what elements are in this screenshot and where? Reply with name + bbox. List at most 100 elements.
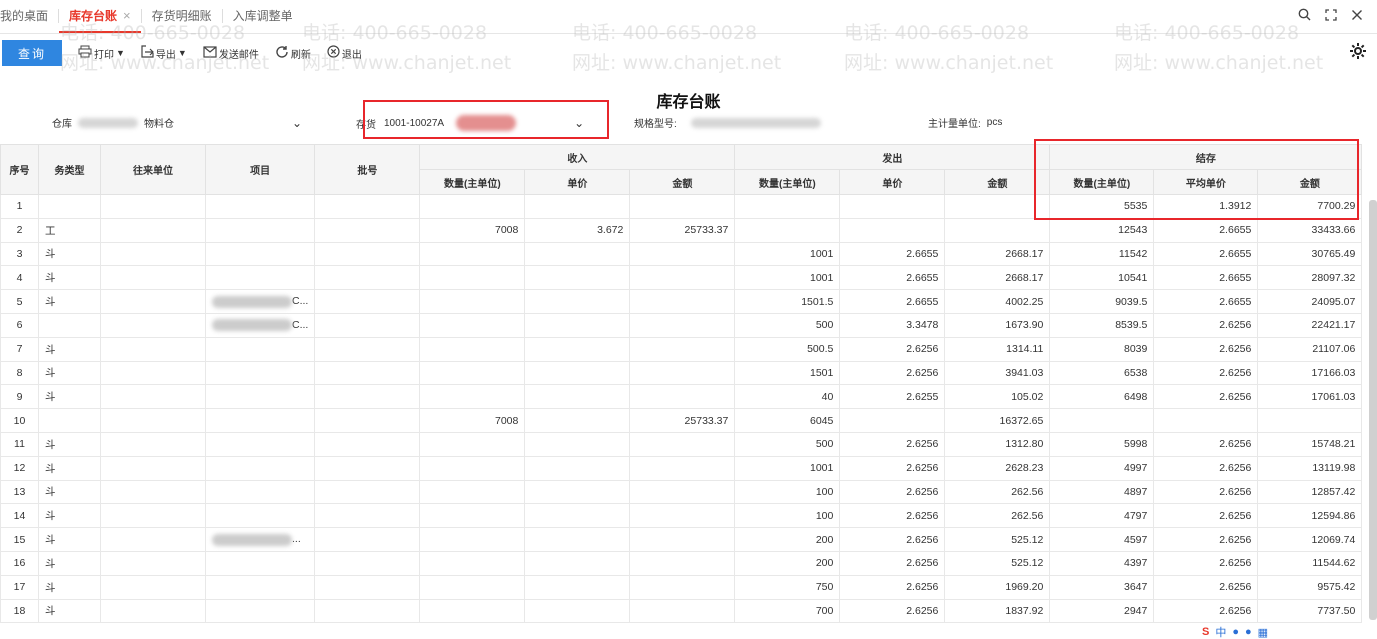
cell-bal-amt: 12069.74 (1257, 527, 1363, 552)
column-header[interactable]: 金额 (1257, 169, 1363, 195)
warehouse-select[interactable]: 仓库 物料仓 ⌄ (52, 115, 303, 131)
vertical-scrollbar[interactable] (1369, 200, 1377, 620)
table-row[interactable]: 5 斗 C... 1501.5 2.6655 4002.25 9039.5 2.6655 240… (0, 289, 1363, 314)
table-row[interactable]: 14 斗 100 2.6256 262.56 4797 2.6256 12594.86 (0, 503, 1363, 529)
cell-in-amt: 25733.37 (629, 408, 736, 433)
table-row[interactable]: 15 斗... 200 2.6256 525.12 4597 2.6256 12069.74 (0, 527, 1363, 552)
cell-in-qty (419, 194, 526, 219)
gear-icon[interactable] (1349, 42, 1367, 65)
query-button[interactable]: 查询 (2, 40, 62, 66)
cell-out-price (839, 408, 946, 433)
cell-out-price: 2.6655 (839, 289, 946, 314)
cell-bal-qty: 4597 (1049, 527, 1155, 552)
cell-out-price: 2.6256 (839, 455, 946, 481)
unit-value: pcs (986, 117, 1003, 128)
table-row[interactable]: 1 5535 1.3912 7700.29 (0, 194, 1363, 219)
cell-out-qty: 500 (734, 431, 841, 457)
cell-bal-amt: 17166.03 (1257, 360, 1363, 386)
cell-type: 斗 (38, 598, 101, 624)
column-header[interactable]: 务类型 (38, 144, 101, 195)
column-header[interactable]: 往来单位 (100, 144, 206, 195)
column-header[interactable]: 单价 (839, 169, 946, 195)
tab-inbound-adjust[interactable]: 入库调整单 (223, 0, 303, 33)
exit-button[interactable]: 退出 (327, 45, 362, 61)
cell-type: 斗 (38, 265, 101, 291)
column-header[interactable]: 金额 (944, 169, 1051, 195)
ime-icon[interactable]: S (1202, 626, 1209, 638)
cell-bal-qty: 6498 (1049, 384, 1155, 410)
ime-lang[interactable]: 中 (1215, 624, 1226, 639)
table-row[interactable]: 6 C... 500 3.3478 1673.90 8539.5 2.6256 22421.1… (0, 312, 1363, 338)
inventory-label: 存货 (356, 119, 376, 131)
column-header[interactable]: 序号 (0, 144, 39, 195)
cell-bal-qty: 5998 (1049, 431, 1155, 457)
chevron-down-icon: ⌄ (292, 115, 303, 130)
send-mail-button[interactable]: 发送邮件 (203, 45, 259, 61)
cell-bal-qty: 2947 (1049, 598, 1155, 624)
tab-my-desktop[interactable]: 我的桌面 (0, 0, 58, 33)
tab-inventory-ledger[interactable]: 库存台账 × (59, 0, 141, 33)
column-header[interactable]: 单价 (524, 169, 631, 195)
cell-bal-price: 2.6256 (1153, 527, 1259, 552)
print-label: 打印 (94, 49, 114, 61)
cell-in-amt (629, 527, 736, 552)
refresh-button[interactable]: 刷新 (275, 45, 311, 62)
column-header[interactable]: 数量(主单位) (1049, 169, 1155, 195)
table-row[interactable]: 18 斗 700 2.6256 1837.92 2947 2.6256 7737.50 (0, 598, 1363, 624)
cell-in-qty (419, 527, 526, 552)
table-row[interactable]: 3 斗 1001 2.6655 2668.17 11542 2.6655 30765.49 (0, 241, 1363, 267)
table-row[interactable]: 8 斗 1501 2.6256 3941.03 6538 2.6256 17166.03 (0, 360, 1363, 386)
cell-type: 斗 (38, 384, 101, 410)
column-header[interactable]: 平均单价 (1153, 169, 1259, 195)
row-number: 4 (0, 265, 39, 291)
table-row[interactable]: 12 斗 1001 2.6256 2628.23 4997 2.6256 13119.98 (0, 455, 1363, 481)
column-header[interactable]: 数量(主单位) (419, 169, 526, 195)
column-header[interactable]: 金额 (629, 169, 736, 195)
cell-batch (314, 574, 421, 600)
cell-in-qty (419, 598, 526, 624)
system-tray: S 中 ● ● ▦ (1202, 625, 1377, 639)
cell-in-qty (419, 479, 526, 505)
cell-out-amt: 16372.65 (944, 408, 1051, 433)
table-row[interactable]: 4 斗 1001 2.6655 2668.17 10541 2.6655 28097.32 (0, 265, 1363, 291)
table-row[interactable]: 16 斗 200 2.6256 525.12 4397 2.6256 11544.62 (0, 550, 1363, 576)
table-row[interactable]: 11 斗 500 2.6256 1312.80 5998 2.6256 15748.21 (0, 431, 1363, 457)
export-button[interactable]: 导出 ▼ (141, 45, 187, 61)
cell-batch (314, 527, 421, 552)
cell-in-amt (629, 574, 736, 600)
cell-out-price: 2.6256 (839, 431, 946, 457)
tab-inventory-detail[interactable]: 存货明细账 (142, 0, 222, 33)
cell-bal-amt: 12857.42 (1257, 479, 1363, 505)
cell-out-qty: 500.5 (734, 336, 841, 362)
cell-out-amt: 525.12 (944, 550, 1051, 576)
close-icon[interactable]: × (123, 8, 131, 23)
table-row[interactable]: 2 工 7008 3.672 25733.37 12543 2.6655 33433.66 (0, 217, 1363, 243)
cell-type: 斗 (38, 360, 101, 386)
cell-type: 斗 (38, 527, 101, 552)
cell-bal-qty: 12543 (1049, 217, 1155, 243)
cell-type: 斗 (38, 550, 101, 576)
column-header[interactable]: 项目 (204, 144, 316, 195)
column-header[interactable]: 批号 (314, 144, 421, 195)
maximize-icon[interactable] (1325, 8, 1337, 24)
cell-out-amt: 1314.11 (944, 336, 1051, 362)
table-row[interactable]: 10 7008 25733.37 6045 16372.65 (0, 408, 1363, 433)
table-row[interactable]: 9 斗 40 2.6255 105.02 6498 2.6256 17061.03 (0, 384, 1363, 410)
table-row[interactable]: 13 斗 100 2.6256 262.56 4897 2.6256 12857.42 (0, 479, 1363, 505)
search-icon[interactable] (1298, 8, 1311, 24)
table-row[interactable]: 17 斗 750 2.6256 1969.20 3647 2.6256 9575.42 (0, 574, 1363, 600)
cell-partner (100, 431, 206, 457)
column-group-header: 发出 (734, 144, 1051, 170)
row-number: 8 (0, 360, 39, 386)
cell-project-text: ... (292, 533, 301, 546)
inventory-select[interactable]: 存货 1001-10027A ⌄ (356, 115, 584, 131)
table-row[interactable]: 7 斗 500.5 2.6256 1314.11 8039 2.6256 21107.06 (0, 336, 1363, 362)
cell-project (204, 241, 316, 267)
cell-out-amt: 4002.25 (944, 289, 1051, 314)
close-window-icon[interactable] (1351, 8, 1363, 24)
cell-in-price (524, 503, 631, 529)
cell-in-price (524, 336, 631, 362)
cell-out-price: 2.6256 (839, 574, 946, 600)
print-button[interactable]: 打印 ▼ (78, 45, 125, 61)
column-header[interactable]: 数量(主单位) (734, 169, 841, 195)
